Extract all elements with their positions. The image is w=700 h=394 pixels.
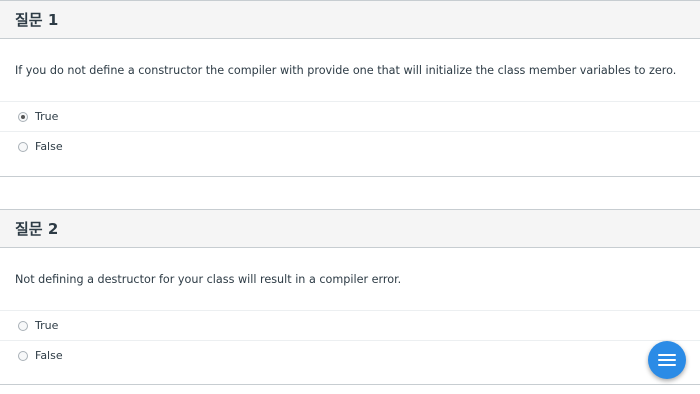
answer-list: True False (0, 101, 700, 161)
answer-option-true[interactable]: True (0, 101, 700, 131)
question-title: 질문 1 (0, 1, 700, 39)
radio-button[interactable] (18, 320, 28, 331)
answer-option-false[interactable]: False (0, 131, 700, 161)
radio-button[interactable] (18, 350, 28, 361)
question-2: 질문 2 Not defining a destructor for your … (0, 209, 700, 385)
question-title: 질문 2 (0, 210, 700, 248)
radio-button[interactable] (18, 141, 28, 152)
menu-icon (658, 354, 676, 366)
question-text: If you do not define a constructor the c… (15, 63, 677, 77)
answer-option-false[interactable]: False (0, 340, 700, 370)
question-1: 질문 1 If you do not define a constructor … (0, 0, 700, 177)
answer-option-true[interactable]: True (0, 310, 700, 340)
answer-label: True (35, 110, 59, 123)
radio-button[interactable] (18, 111, 28, 122)
answer-label: False (35, 140, 63, 153)
menu-button[interactable] (648, 341, 686, 379)
answer-label: True (35, 319, 59, 332)
question-text: Not defining a destructor for your class… (15, 272, 402, 286)
answer-list: True False (0, 310, 700, 370)
answer-label: False (35, 349, 63, 362)
